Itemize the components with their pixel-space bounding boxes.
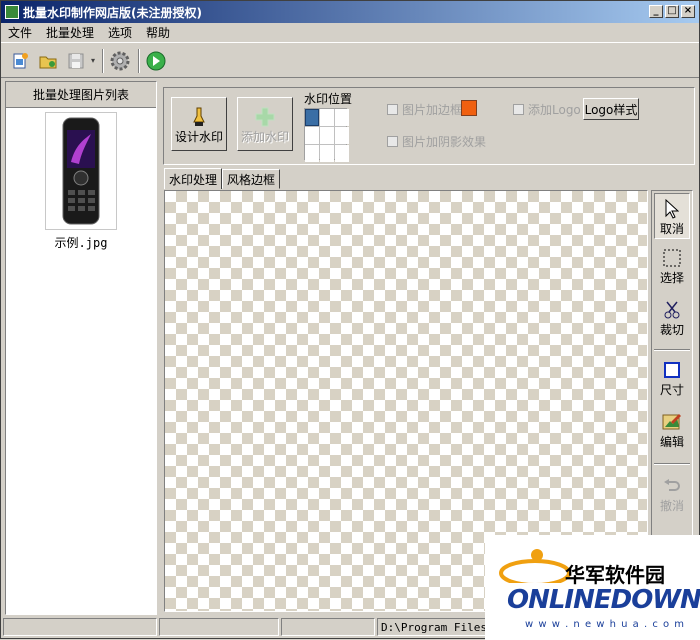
position-center[interactable] (320, 127, 334, 144)
image-list-header: 批量处理图片列表 (6, 82, 156, 108)
menu-bar: 文件 批量处理 选项 帮助 (1, 23, 699, 43)
tool-separator (654, 463, 690, 465)
border-color-swatch[interactable] (461, 100, 477, 116)
window-title: 批量水印制作网店版(未注册授权) (23, 5, 202, 20)
checkbox-box (387, 104, 398, 115)
menu-batch[interactable]: 批量处理 (39, 24, 101, 41)
open-folder-icon[interactable] (35, 48, 61, 74)
tool-cancel[interactable]: 取消 (654, 193, 690, 239)
tab-watermark[interactable]: 水印处理 (164, 168, 223, 189)
site-watermark-logo: 华军软件园 ONLINEDOWN w w w . n e w h u a . c… (485, 535, 700, 640)
new-file-icon[interactable] (7, 48, 33, 74)
add-logo-checkbox[interactable]: 添加Logo (513, 101, 581, 118)
tool-select[interactable]: 选择 (654, 243, 690, 289)
thumbnail-label[interactable]: 示例.jpg (6, 234, 156, 251)
tool-undo[interactable]: 撤消 (654, 471, 690, 517)
close-button[interactable]: × (681, 5, 695, 18)
dashed-select-icon (663, 249, 681, 267)
watermark-cn-text: 华军软件园 (565, 563, 665, 587)
position-middle-left[interactable] (305, 127, 319, 144)
position-title: 水印位置 (304, 92, 353, 106)
add-watermark-button[interactable]: 添加水印 (237, 97, 293, 151)
position-bottom-right[interactable] (335, 145, 349, 162)
status-pane-3 (281, 618, 375, 636)
phone-image (62, 117, 100, 225)
watermark-url-text: w w w . n e w h u a . c o m (525, 619, 686, 630)
logo-style-button[interactable]: Logo样式 (583, 98, 639, 120)
window-controls: _ □ × (649, 5, 695, 18)
toolbar-separator (138, 48, 140, 73)
scissors-icon (664, 301, 680, 319)
position-top-right[interactable] (335, 109, 349, 126)
tool-panel: 取消 选择 裁切 尺寸 编辑 撤消 (651, 190, 693, 536)
toolbar: ▾ (1, 44, 699, 78)
resize-icon (664, 362, 680, 378)
edit-image-icon (662, 414, 681, 430)
status-pane-left (3, 618, 157, 636)
dropdown-arrow-icon[interactable]: ▾ (91, 56, 99, 65)
add-border-checkbox[interactable]: 图片加边框 (387, 101, 462, 118)
image-thumbnail[interactable] (45, 112, 117, 230)
add-shadow-checkbox[interactable]: 图片加阴影效果 (387, 133, 486, 150)
title-bar[interactable]: 批量水印制作网店版(未注册授权) _ □ × (1, 1, 699, 23)
maximize-button[interactable]: □ (665, 5, 679, 18)
tool-resize[interactable]: 尺寸 (654, 355, 690, 401)
tool-edit[interactable]: 编辑 (654, 407, 690, 453)
position-top-center[interactable] (320, 109, 334, 126)
tab-style-border[interactable]: 风格边框 (222, 169, 281, 189)
design-watermark-button[interactable]: 设计水印 (171, 97, 227, 151)
minimize-button[interactable]: _ (649, 5, 663, 18)
status-pane-2 (159, 618, 279, 636)
position-bottom-center[interactable] (320, 145, 334, 162)
position-top-left[interactable] (305, 109, 319, 126)
save-icon[interactable] (63, 48, 89, 74)
toolbar-separator (102, 48, 104, 73)
tab-strip: 水印处理 风格边框 (164, 168, 281, 189)
pen-icon (193, 107, 205, 126)
image-list-panel: 批量处理图片列表 示例.jpg (5, 81, 157, 615)
app-window: 批量水印制作网店版(未注册授权) _ □ × 文件 批量处理 选项 帮助 ▾ 批… (0, 0, 700, 640)
undo-icon (664, 479, 680, 491)
menu-help[interactable]: 帮助 (139, 24, 177, 41)
plus-icon (255, 107, 275, 127)
position-middle-right[interactable] (335, 127, 349, 144)
tool-separator (654, 349, 690, 351)
watermark-settings-group: 设计水印 添加水印 水印位置 图片加边框 图片加阴影效果 添加Logo Logo… (163, 87, 695, 165)
app-icon (5, 5, 19, 19)
menu-file[interactable]: 文件 (1, 24, 39, 41)
settings-gear-icon[interactable] (107, 48, 133, 74)
run-arrow-icon[interactable] (143, 48, 169, 74)
checkbox-box (387, 136, 398, 147)
checkbox-box (513, 104, 524, 115)
position-bottom-left[interactable] (305, 145, 319, 162)
pointer-icon (665, 199, 679, 219)
position-grid (304, 108, 349, 162)
tool-crop[interactable]: 裁切 (654, 295, 690, 341)
watermark-en-text: ONLINEDOWN (507, 585, 700, 615)
menu-options[interactable]: 选项 (101, 24, 139, 41)
